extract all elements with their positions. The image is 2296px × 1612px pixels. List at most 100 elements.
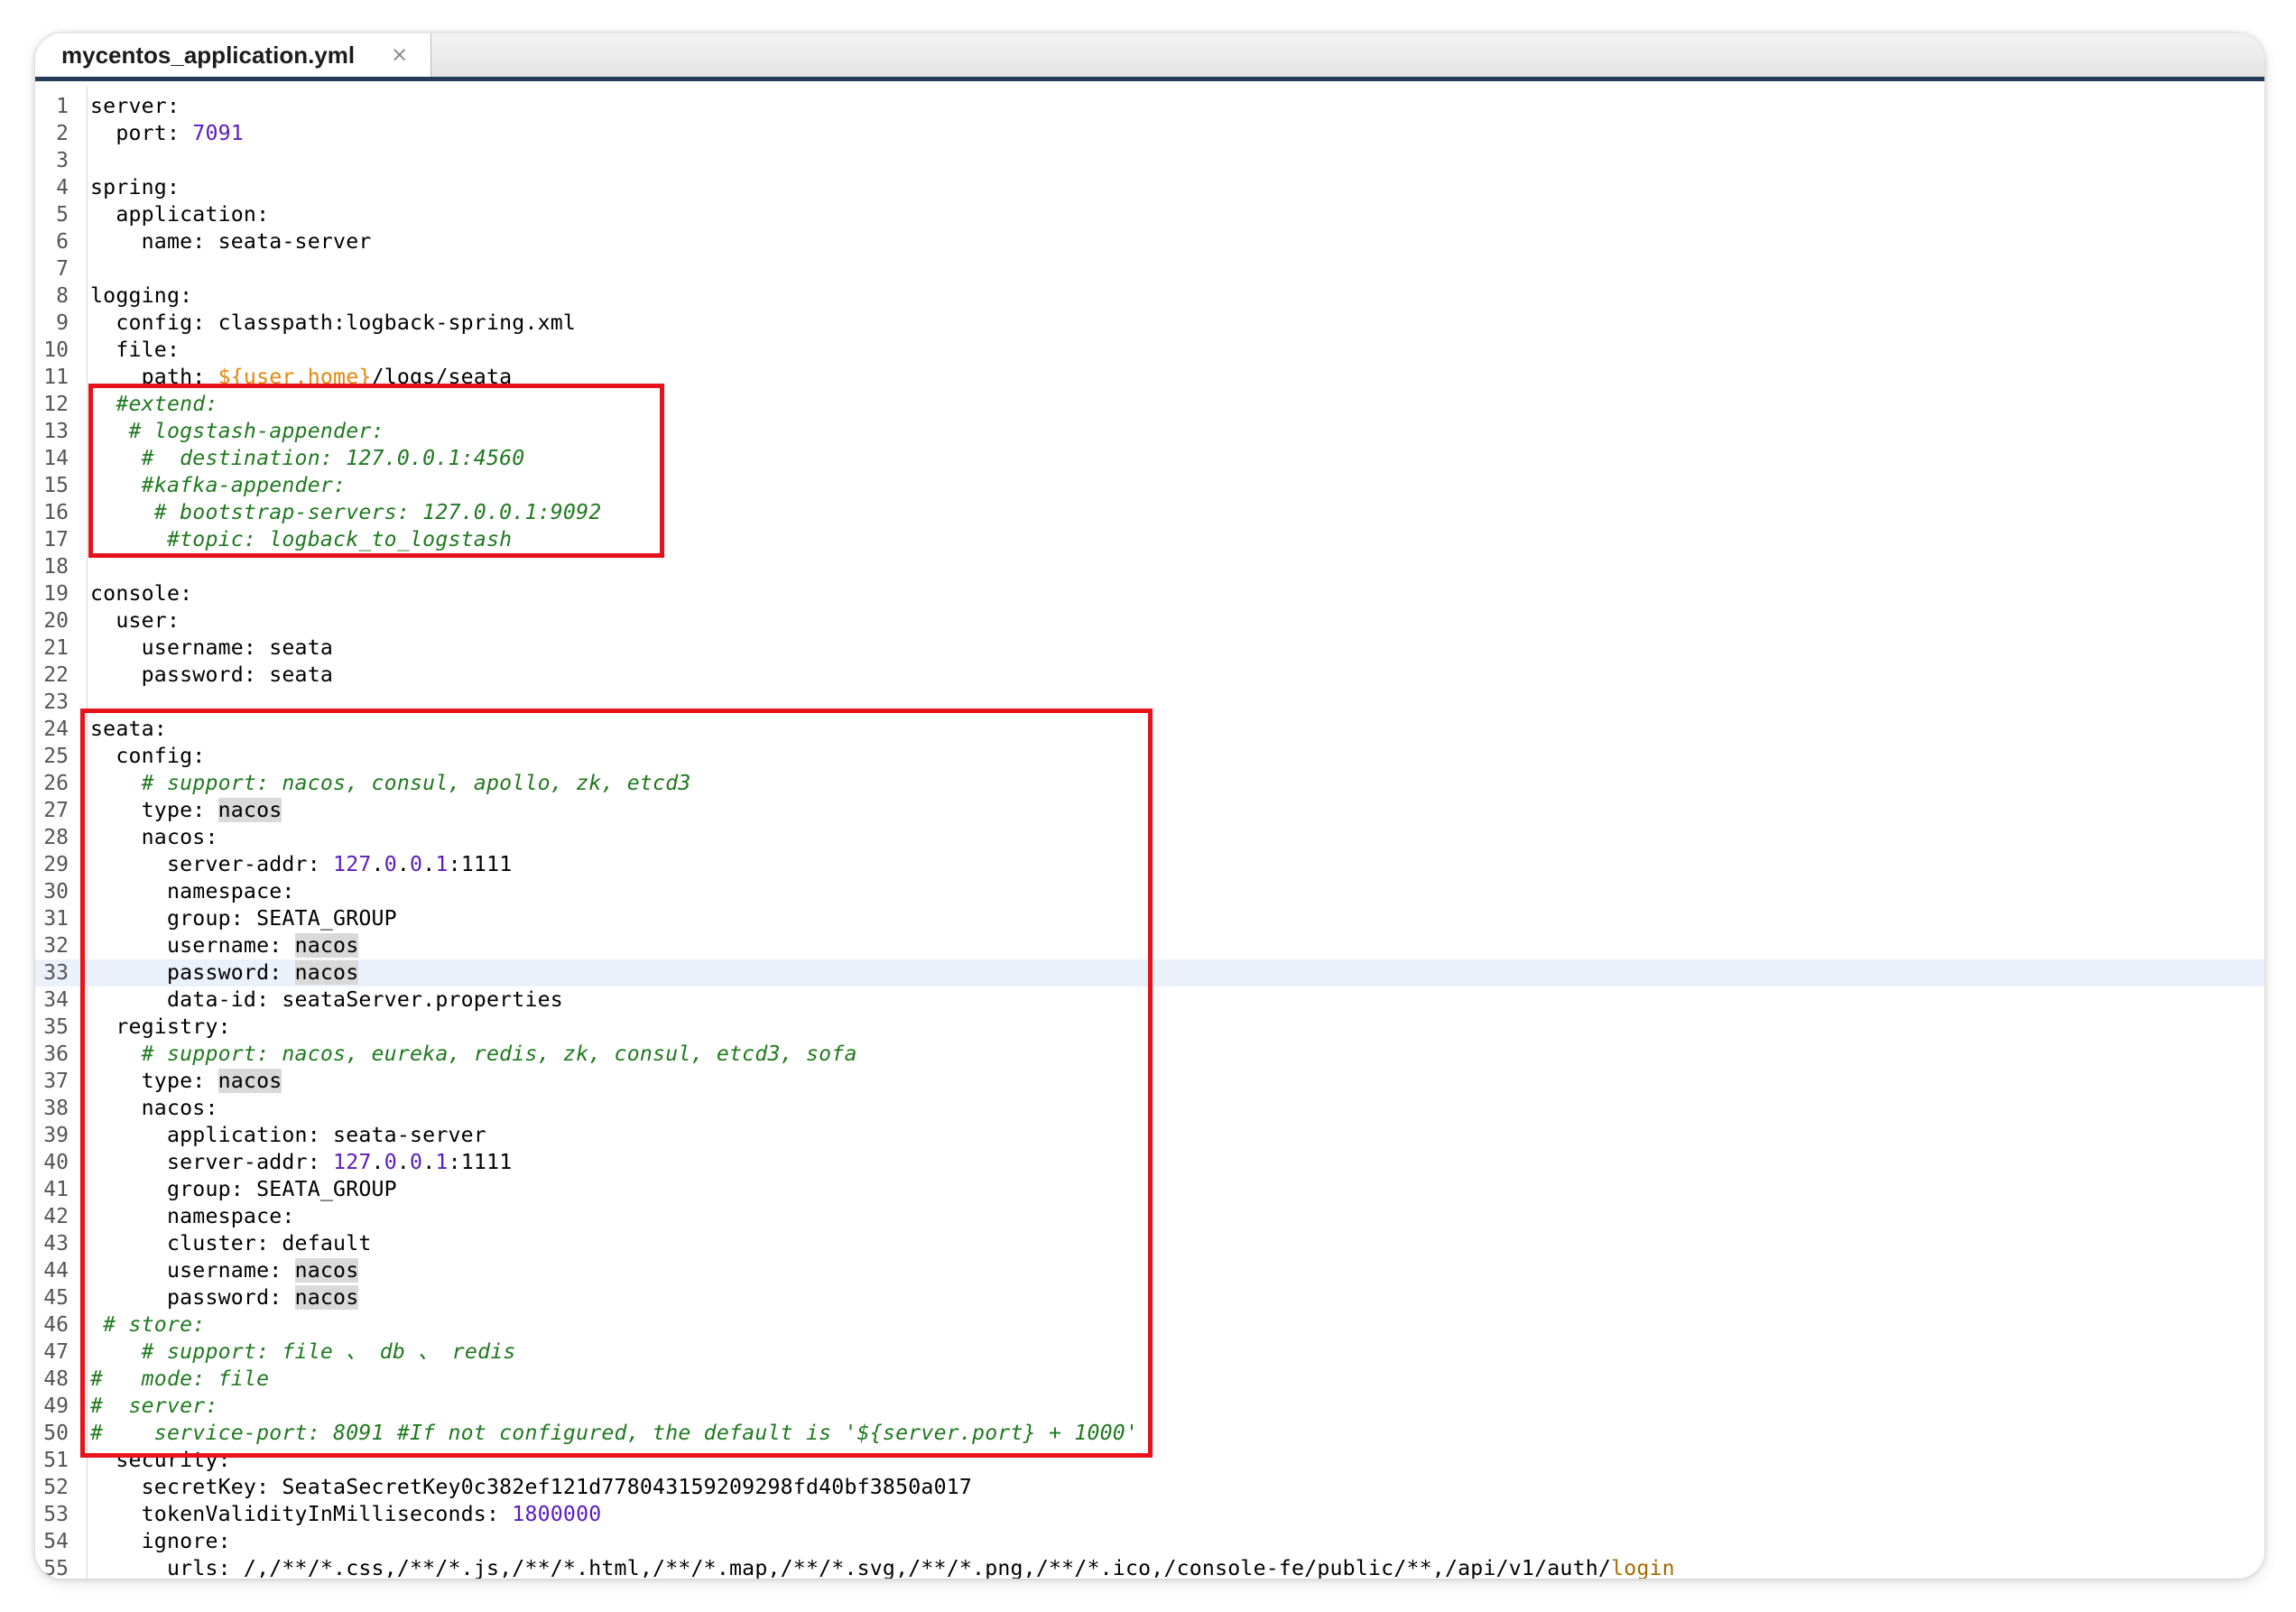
code-line[interactable]: 6 name: seata-server [35, 228, 2264, 255]
code-line[interactable]: 50 # service-port: 8091 #If not configure… [35, 1420, 2264, 1447]
code-line[interactable]: 9 config: classpath:logback-spring.xml [35, 310, 2264, 337]
line-content[interactable]: application: seata-server [90, 1122, 486, 1149]
code-line[interactable]: 26 # support: nacos, consul, apollo, zk,… [35, 770, 2264, 797]
code-line[interactable]: 54 ignore: [35, 1528, 2264, 1555]
code-line[interactable]: 17 #topic: logback_to_logstash [35, 526, 2264, 553]
code-line[interactable]: 30 namespace: [35, 878, 2264, 905]
code-line[interactable]: 37 type: nacos [35, 1068, 2264, 1095]
line-content[interactable]: # support: nacos, consul, apollo, zk, et… [90, 770, 691, 797]
code-line[interactable]: 27 type: nacos [35, 797, 2264, 824]
line-content[interactable]: type: nacos [90, 797, 282, 824]
line-content[interactable]: tokenValidityInMilliseconds: 1800000 [90, 1501, 602, 1528]
line-content[interactable]: # support: nacos, eureka, redis, zk, con… [90, 1041, 857, 1068]
line-content[interactable]: data-id: seataServer.properties [90, 987, 563, 1014]
code-line[interactable]: 29 server-addr: 127.0.0.1:1111 [35, 851, 2264, 878]
code-line[interactable]: 39 application: seata-server [35, 1122, 2264, 1149]
code-line[interactable]: 24 seata: [35, 716, 2264, 743]
line-content[interactable]: seata: [90, 716, 167, 743]
code-line[interactable]: 36 # support: nacos, eureka, redis, zk, … [35, 1041, 2264, 1068]
line-content[interactable]: password: nacos [90, 959, 359, 987]
code-line[interactable]: 49 # server: [35, 1393, 2264, 1420]
line-content[interactable]: # destination: 127.0.0.1:4560 [90, 445, 525, 472]
code-line[interactable]: 10 file: [35, 337, 2264, 364]
code-line[interactable]: 31 group: SEATA_GROUP [35, 905, 2264, 932]
code-line[interactable]: 18 [35, 553, 2264, 580]
line-content[interactable]: file: [90, 337, 180, 364]
code-line[interactable]: 46 # store: [35, 1311, 2264, 1339]
line-content[interactable]: username: nacos [90, 932, 359, 959]
line-content[interactable]: cluster: default [90, 1230, 372, 1257]
line-content[interactable]: username: nacos [90, 1257, 359, 1284]
code-line[interactable]: 35 registry: [35, 1014, 2264, 1041]
code-line[interactable]: 20 user: [35, 607, 2264, 635]
code-line[interactable]: 38 nacos: [35, 1095, 2264, 1122]
line-content[interactable]: # server: [90, 1393, 218, 1420]
line-content[interactable]: namespace: [90, 878, 295, 905]
code-line[interactable]: 28 nacos: [35, 824, 2264, 851]
line-content[interactable]: group: SEATA_GROUP [90, 905, 397, 932]
code-line[interactable]: 21 username: seata [35, 635, 2264, 662]
line-content[interactable]: config: classpath:logback-spring.xml [90, 310, 576, 337]
line-content[interactable]: nacos: [90, 824, 218, 851]
code-line[interactable]: 45 password: nacos [35, 1284, 2264, 1311]
code-line[interactable]: 44 username: nacos [35, 1257, 2264, 1284]
code-editor[interactable]: 1 server: 2 port: 7091 3 4 spring: 5 applicati… [35, 86, 2264, 1579]
code-line[interactable]: 4 spring: [35, 174, 2264, 201]
line-content[interactable]: ignore: [90, 1528, 231, 1555]
code-line[interactable]: 11 path: ${user.home}/logs/seata [35, 364, 2264, 391]
line-content[interactable]: port: 7091 [90, 120, 244, 147]
line-content[interactable]: console: [90, 580, 192, 607]
code-line[interactable]: 23 [35, 689, 2264, 716]
line-content[interactable]: server: [90, 93, 180, 120]
line-content[interactable]: namespace: [90, 1203, 295, 1230]
line-content[interactable]: path: ${user.home}/logs/seata [90, 364, 512, 391]
line-content[interactable]: # mode: file [90, 1366, 269, 1393]
line-content[interactable]: secretKey: SeataSecretKey0c382ef121d7780… [90, 1474, 972, 1501]
code-line[interactable]: 53 tokenValidityInMilliseconds: 1800000 [35, 1501, 2264, 1528]
line-content[interactable]: config: [90, 743, 205, 770]
line-content[interactable]: name: seata-server [90, 228, 372, 255]
code-line[interactable]: 12 #extend: [35, 391, 2264, 418]
line-content[interactable]: # bootstrap-servers: 127.0.0.1:9092 [90, 499, 601, 526]
code-line[interactable]: 41 group: SEATA_GROUP [35, 1176, 2264, 1203]
code-line[interactable]: 52 secretKey: SeataSecretKey0c382ef121d7… [35, 1474, 2264, 1501]
line-content[interactable]: #kafka-appender: [90, 472, 346, 499]
code-line[interactable]: 40 server-addr: 127.0.0.1:1111 [35, 1149, 2264, 1176]
line-content[interactable]: server-addr: 127.0.0.1:1111 [90, 1149, 512, 1176]
code-line[interactable]: 51 security: [35, 1447, 2264, 1474]
code-line[interactable]: 2 port: 7091 [35, 120, 2264, 147]
line-content[interactable]: registry: [90, 1014, 231, 1041]
line-content[interactable]: # service-port: 8091 #If not configured,… [90, 1420, 1138, 1447]
line-content[interactable]: nacos: [90, 1095, 218, 1122]
code-line[interactable]: 32 username: nacos [35, 932, 2264, 959]
code-line[interactable]: 19 console: [35, 580, 2264, 607]
line-content[interactable]: application: [90, 201, 269, 228]
line-content[interactable]: #topic: logback_to_logstash [90, 526, 512, 553]
tab-mycentos-application-yml[interactable]: mycentos_application.yml × [35, 33, 431, 77]
code-line[interactable]: 43 cluster: default [35, 1230, 2264, 1257]
line-content[interactable]: # store: [90, 1311, 205, 1339]
code-line[interactable]: 13 # logstash-appender: [35, 418, 2264, 445]
code-line[interactable]: 14 # destination: 127.0.0.1:4560 [35, 445, 2264, 472]
code-line[interactable]: 47 # support: file 、 db 、 redis [35, 1339, 2264, 1366]
code-line[interactable]: 22 password: seata [35, 662, 2264, 689]
code-line[interactable]: 1 server: [35, 93, 2264, 120]
line-content[interactable]: password: nacos [90, 1284, 359, 1311]
code-line[interactable]: 16 # bootstrap-servers: 127.0.0.1:9092 [35, 499, 2264, 526]
code-line[interactable]: 33 password: nacos [35, 959, 2264, 987]
code-line[interactable]: 34 data-id: seataServer.properties [35, 987, 2264, 1014]
line-content[interactable]: type: nacos [90, 1068, 282, 1095]
code-line[interactable]: 55 urls: /,/**/*.css,/**/*.js,/**/*.html… [35, 1555, 2264, 1579]
code-line[interactable]: 3 [35, 147, 2264, 174]
line-content[interactable]: logging: [90, 283, 192, 310]
line-content[interactable]: # logstash-appender: [90, 418, 384, 445]
code-line[interactable]: 7 [35, 255, 2264, 283]
close-tab-icon[interactable]: × [391, 39, 408, 71]
tab-title[interactable]: mycentos_application.yml [61, 39, 355, 71]
code-line[interactable]: 25 config: [35, 743, 2264, 770]
line-content[interactable]: username: seata [90, 635, 333, 662]
line-content[interactable]: #extend: [90, 391, 218, 418]
line-content[interactable]: user: [90, 607, 180, 635]
line-content[interactable]: password: seata [90, 662, 333, 689]
line-content[interactable]: security: [90, 1447, 231, 1474]
